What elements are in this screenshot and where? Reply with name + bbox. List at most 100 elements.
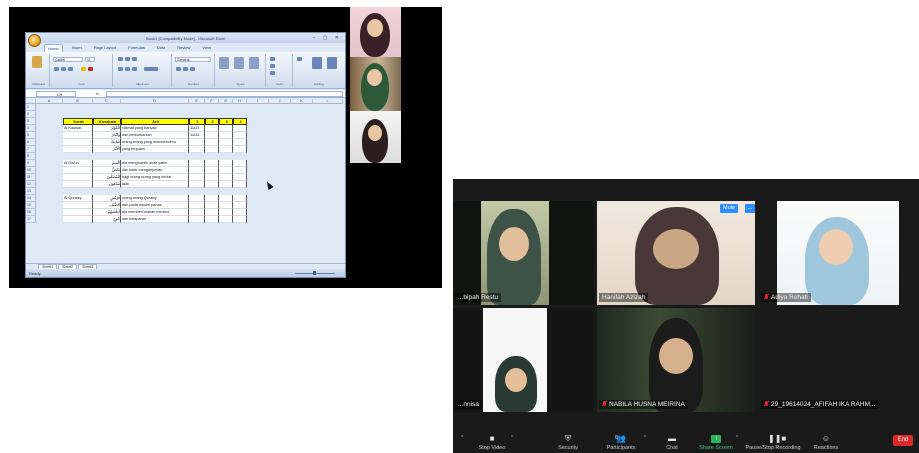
font-size-select[interactable]: 11 (85, 57, 95, 62)
tab-page-layout[interactable]: Page Layout (91, 44, 119, 52)
cell[interactable] (233, 216, 247, 223)
cell[interactable]: Al Quraisy (63, 195, 93, 202)
cell[interactable] (219, 181, 233, 188)
cell[interactable] (219, 167, 233, 174)
thumb-video-2[interactable] (350, 57, 401, 111)
cell[interactable] (233, 209, 247, 216)
cell[interactable] (205, 209, 219, 216)
reactions-button[interactable]: ☺ Reactions (811, 435, 841, 452)
row-header[interactable]: 5 (26, 132, 36, 139)
participant-tile-4[interactable]: ...nnisa (453, 308, 594, 412)
cell[interactable] (233, 125, 247, 132)
font-color-icon[interactable] (88, 67, 93, 71)
cell[interactable]: Al Kautsar (63, 125, 93, 132)
cell[interactable] (205, 195, 219, 202)
office-button-icon[interactable] (28, 34, 41, 47)
cell[interactable] (219, 195, 233, 202)
cell[interactable] (219, 146, 233, 153)
format-cells-icon[interactable] (270, 71, 275, 75)
cell[interactable] (63, 202, 93, 209)
tab-formulas[interactable]: Formulas (125, 44, 148, 52)
number-format-select[interactable]: General (175, 57, 211, 62)
tab-data[interactable]: Data (154, 44, 168, 52)
cell[interactable] (219, 125, 233, 132)
conditional-formatting-icon[interactable] (219, 57, 229, 69)
cell[interactable]: الصَّيْفِ (93, 202, 121, 209)
column-header[interactable]: I (247, 99, 269, 104)
row-header[interactable]: 16 (26, 209, 36, 216)
cell[interactable]: جُوعٍ (93, 216, 121, 223)
security-button[interactable]: ⛨ Security (553, 435, 583, 452)
sort-filter-icon[interactable] (312, 57, 322, 69)
pause-stop-recording-button[interactable]: ❚❚■ Pause/Stop Recording (745, 435, 801, 452)
column-header[interactable]: J (269, 99, 291, 104)
cell[interactable]: orang-orang Quraisy (121, 195, 189, 202)
italic-icon[interactable] (61, 67, 66, 71)
cell[interactable] (63, 181, 93, 188)
cell[interactable]: الْكَوْثَرَ (93, 125, 121, 132)
comma-icon[interactable] (190, 67, 195, 71)
cell[interactable] (233, 139, 247, 146)
cell[interactable]: dan berkurbanlah (121, 132, 189, 139)
cell[interactable]: orang-orang yang membencimu (121, 139, 189, 146)
table-header-cell[interactable]: 3 (219, 118, 233, 125)
row-header[interactable]: 14 (26, 195, 36, 202)
cell[interactable] (205, 174, 219, 181)
cell-styles-icon[interactable] (249, 57, 259, 69)
cell[interactable] (219, 132, 233, 139)
cell[interactable]: الْيَتِيمَ (93, 160, 121, 167)
cell[interactable] (63, 167, 93, 174)
row-header[interactable]: 8 (26, 153, 36, 160)
row-header[interactable]: 3 (26, 118, 36, 125)
underline-icon[interactable] (68, 67, 73, 71)
formula-input[interactable] (106, 91, 343, 97)
cell[interactable]: سَاهُونَ (93, 181, 121, 188)
table-header-cell[interactable]: 4 (233, 118, 247, 125)
column-header[interactable]: L (313, 99, 343, 104)
cell[interactable]: وَانْحَرْ (93, 132, 121, 139)
row-header[interactable]: 6 (26, 139, 36, 146)
cell[interactable] (219, 139, 233, 146)
column-header[interactable]: E (189, 99, 205, 104)
cell[interactable] (189, 216, 205, 223)
mute-button[interactable]: Mute (720, 204, 739, 213)
stop-video-button[interactable]: ■ Stop Video (475, 435, 509, 452)
cell[interactable]: bagi orang-orang yang sholat (121, 174, 189, 181)
row-header[interactable]: 7 (26, 146, 36, 153)
fx-icon[interactable]: fx (96, 91, 99, 96)
tab-home[interactable]: Home (44, 44, 63, 52)
column-header[interactable]: G (219, 99, 233, 104)
cell[interactable] (233, 174, 247, 181)
zoom-slider[interactable] (281, 271, 341, 275)
cell[interactable]: أَطْعَمَهُمْ (93, 209, 121, 216)
cell[interactable] (233, 195, 247, 202)
cell[interactable]: 11111 (189, 125, 205, 132)
cell[interactable]: يَحُضُّ (93, 167, 121, 174)
cell[interactable] (189, 195, 205, 202)
tab-review[interactable]: Review (174, 44, 193, 52)
cell[interactable]: dia memberi makan mereka (121, 209, 189, 216)
cell[interactable] (63, 146, 93, 153)
cell[interactable] (219, 174, 233, 181)
cell[interactable]: شَانِئَكَ (93, 139, 121, 146)
cell[interactable]: dari kelaparan (121, 216, 189, 223)
participants-button[interactable]: 👥 6 Participants (603, 435, 639, 452)
cell[interactable] (205, 167, 219, 174)
column-header[interactable]: K (291, 99, 313, 104)
more-options-button[interactable]: ... (745, 204, 755, 213)
share-caret-icon[interactable]: ^ (736, 435, 738, 441)
table-header-cell[interactable]: Arti (121, 118, 189, 125)
audio-caret-icon[interactable]: ^ (461, 435, 463, 441)
tab-insert[interactable]: Insert (69, 44, 85, 52)
cell[interactable] (205, 125, 219, 132)
cell[interactable]: 11111 (189, 132, 205, 139)
paste-icon[interactable] (32, 56, 42, 68)
window-controls[interactable]: – ▢ ✕ (313, 35, 342, 41)
cell[interactable]: الْأَبْتَرُ (93, 146, 121, 153)
name-box[interactable]: C9 (36, 91, 76, 97)
align-center-icon[interactable] (125, 67, 130, 71)
row-header[interactable]: 9 (26, 160, 36, 167)
cell[interactable] (205, 216, 219, 223)
find-select-icon[interactable] (327, 57, 337, 69)
cell[interactable]: lalai (121, 181, 189, 188)
